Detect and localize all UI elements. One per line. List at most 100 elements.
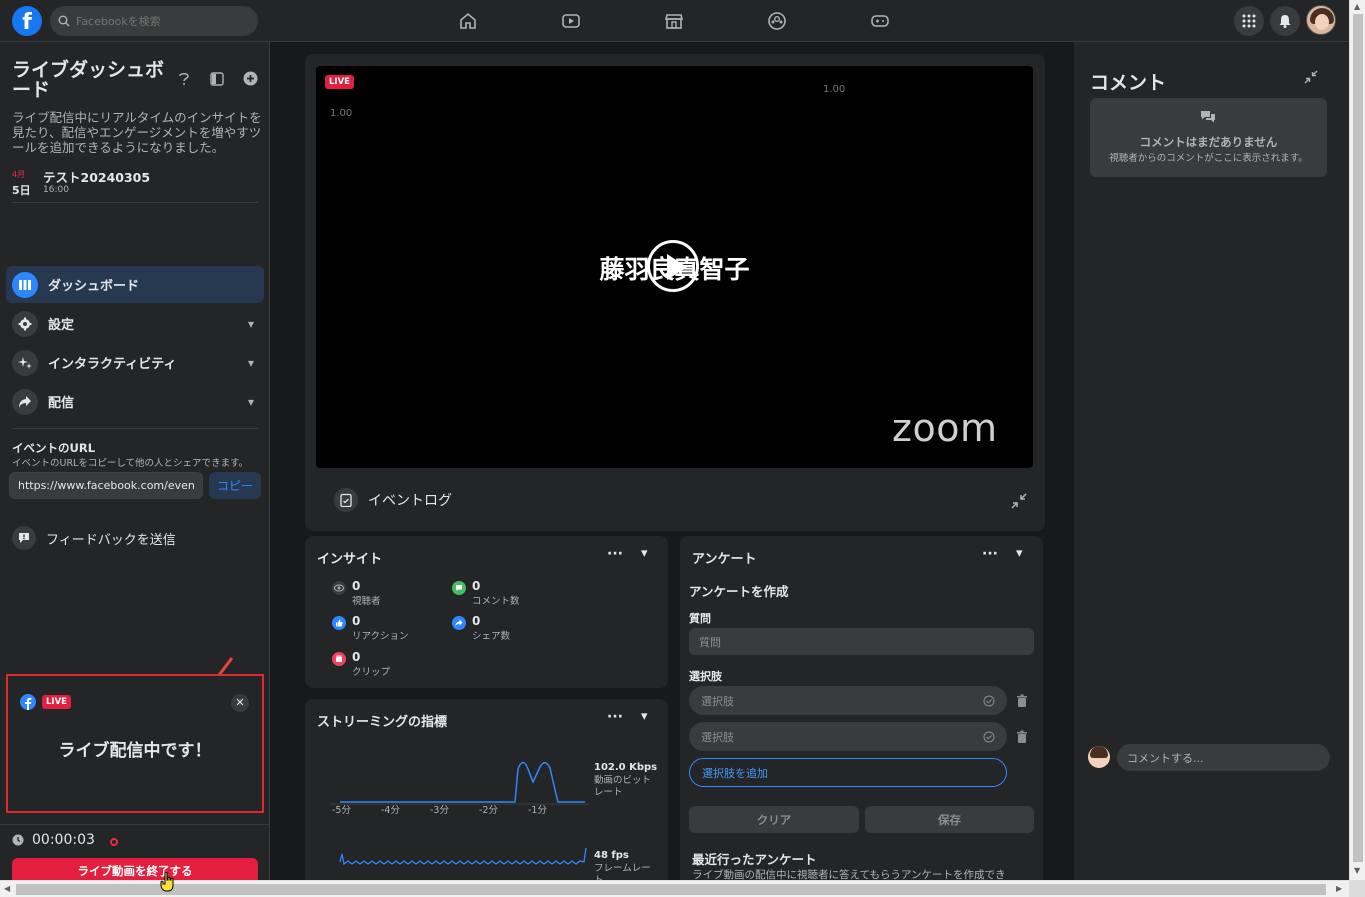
scrollbar-thumb[interactable] bbox=[1353, 14, 1363, 862]
facebook-logo-icon bbox=[20, 694, 36, 710]
event-url-field[interactable] bbox=[9, 472, 203, 499]
notification-bell-icon[interactable] bbox=[1270, 6, 1300, 36]
x-tick-label: -5分 bbox=[332, 805, 351, 816]
check-circle-icon bbox=[983, 695, 995, 706]
scroll-up-icon[interactable]: ▲ bbox=[1354, 2, 1360, 11]
save-button[interactable]: 保存 bbox=[865, 806, 1034, 833]
video-overlay-number: 1.00 bbox=[823, 84, 846, 95]
option-placeholder: 選択肢 bbox=[701, 730, 734, 744]
gear-icon bbox=[12, 310, 38, 337]
send-feedback-button[interactable]: フィードバックを送信 bbox=[12, 526, 176, 550]
recent-polls-title: 最近行ったアンケート bbox=[692, 852, 817, 867]
scroll-down-icon[interactable]: ▼ bbox=[1354, 866, 1360, 875]
stat-comments: 0 コメント数 bbox=[452, 579, 520, 607]
live-video-player[interactable]: LIVE 1.00 1.00 藤羽良真智子 zoom bbox=[316, 66, 1033, 468]
watch-icon[interactable] bbox=[560, 10, 582, 32]
add-circle-icon[interactable] bbox=[243, 71, 258, 86]
trash-icon[interactable] bbox=[1015, 730, 1029, 744]
layout-toggle-icon[interactable] bbox=[210, 72, 224, 86]
chevron-down-icon: ▾ bbox=[247, 394, 254, 409]
stat-label: リアクション bbox=[352, 631, 409, 642]
no-comments-description: 視聴者からのコメントがここに表示されます。 bbox=[1109, 153, 1308, 164]
add-option-button[interactable]: 選択肢を追加 bbox=[689, 758, 1007, 787]
more-options-icon[interactable]: ··· bbox=[607, 546, 623, 562]
question-label: 質問 bbox=[689, 612, 711, 625]
no-comments-title: コメントはまだありません bbox=[1139, 135, 1278, 149]
fps-value: 48 fps bbox=[594, 850, 629, 861]
option-input-1[interactable]: 選択肢 bbox=[689, 686, 1007, 715]
comment-placeholder: コメントする... bbox=[1127, 751, 1204, 765]
dashboard-icon bbox=[12, 271, 38, 298]
profile-avatar[interactable] bbox=[1306, 5, 1336, 35]
create-poll-title: アンケートを作成 bbox=[689, 584, 789, 599]
event-time: 16:00 bbox=[43, 185, 69, 195]
scroll-left-icon[interactable]: ◀ bbox=[4, 884, 10, 893]
recent-polls-description: ライブ動画の配信中に視聴者に答えてもらうアンケートを作成でき bbox=[692, 869, 1006, 880]
chevron-down-icon[interactable]: ▾ bbox=[1016, 546, 1023, 561]
menu-grid-icon[interactable] bbox=[1234, 6, 1264, 36]
event-url-title: イベントのURL bbox=[12, 441, 96, 455]
streaming-title: ストリーミングの指標 bbox=[317, 715, 448, 730]
live-dashboard-sidebar: ライブダッシュボード ライブ配信中にリアルタイムのインサイトを見たり、配信やエン… bbox=[0, 42, 270, 884]
stat-value: 0 bbox=[352, 579, 361, 593]
collapse-icon[interactable] bbox=[1303, 69, 1319, 85]
video-overlay-number: 1.00 bbox=[330, 108, 353, 119]
clear-button[interactable]: クリア bbox=[689, 806, 859, 833]
comment-input[interactable]: コメントする... bbox=[1117, 744, 1330, 771]
sidebar-item-distribution[interactable]: 配信 ▾ bbox=[6, 383, 264, 420]
dashboard-description: ライブ配信中にリアルタイムのインサイトを見たり、配信やエンゲージメントを増やすツ… bbox=[12, 110, 262, 155]
x-tick-label: -1分 bbox=[528, 805, 547, 816]
sidebar-item-label: ダッシュボード bbox=[48, 279, 140, 294]
chevron-down-icon[interactable]: ▾ bbox=[641, 709, 648, 724]
live-status-text: ライブ配信中です！ bbox=[58, 741, 212, 761]
event-info[interactable]: 4月 5日 テスト20240305 16:00 bbox=[12, 167, 258, 203]
top-navigation-bar: f bbox=[0, 0, 1349, 42]
facebook-logo[interactable]: f bbox=[12, 6, 42, 36]
live-badge: LIVE bbox=[42, 695, 71, 709]
marketplace-icon[interactable] bbox=[663, 10, 685, 32]
page-title: ライブダッシュボード bbox=[12, 59, 165, 101]
insights-panel: インサイト ··· ▾ 0 視聴者 0 コメント数 0 リアクション 0 シェア数 0 ク… bbox=[305, 536, 668, 688]
share-icon bbox=[452, 616, 466, 630]
help-icon[interactable] bbox=[178, 72, 190, 86]
search-input[interactable] bbox=[76, 14, 246, 28]
event-log-button[interactable]: イベントログ bbox=[334, 488, 452, 512]
event-month: 4月 bbox=[12, 170, 26, 179]
more-options-icon[interactable]: ··· bbox=[982, 546, 998, 562]
sidebar-item-settings[interactable]: 設定 ▾ bbox=[6, 305, 264, 342]
vertical-scrollbar[interactable]: ▲ ▼ bbox=[1349, 0, 1365, 880]
stat-viewers: 0 視聴者 bbox=[332, 579, 381, 607]
scroll-right-icon[interactable]: ▶ bbox=[1336, 884, 1342, 893]
close-icon[interactable]: ✕ bbox=[231, 694, 249, 712]
collapse-icon[interactable] bbox=[1010, 492, 1028, 510]
home-icon[interactable] bbox=[457, 10, 479, 32]
poll-title: アンケート bbox=[692, 552, 757, 567]
feedback-label: フィードバックを送信 bbox=[46, 532, 176, 548]
groups-icon[interactable] bbox=[766, 10, 788, 32]
chevron-down-icon[interactable]: ▾ bbox=[641, 546, 648, 561]
trash-icon[interactable] bbox=[1015, 694, 1029, 708]
more-options-icon[interactable]: ··· bbox=[607, 709, 623, 725]
comments-panel: コメント コメントはまだありません 視聴者からのコメントがここに表示されます。 … bbox=[1074, 42, 1349, 880]
copy-url-button[interactable]: コピー bbox=[209, 472, 261, 499]
stat-value: 0 bbox=[472, 614, 481, 628]
sidebar-item-interactivity[interactable]: インタラクティビティ ▾ bbox=[6, 344, 264, 381]
feedback-icon bbox=[12, 526, 36, 550]
timer-value: 00:00:03 bbox=[32, 832, 95, 848]
scrollbar-thumb[interactable] bbox=[16, 884, 1326, 895]
stat-clips: 0 クリップ bbox=[332, 650, 390, 678]
horizontal-scrollbar[interactable]: ◀ ▶ bbox=[0, 880, 1349, 897]
option-input-2[interactable]: 選択肢 bbox=[689, 722, 1007, 751]
stat-value: 0 bbox=[352, 650, 361, 664]
recording-indicator-icon bbox=[110, 838, 118, 846]
live-badge: LIVE bbox=[325, 75, 354, 89]
search-box[interactable] bbox=[50, 6, 258, 36]
x-tick-label: -2分 bbox=[479, 805, 498, 816]
question-input[interactable]: 質問 bbox=[689, 628, 1034, 655]
sidebar-item-label: 配信 bbox=[48, 396, 75, 411]
play-icon[interactable] bbox=[647, 240, 699, 292]
sidebar-item-dashboard[interactable]: ダッシュボード bbox=[6, 266, 264, 303]
fps-label: フレームレート bbox=[594, 863, 651, 880]
gaming-icon[interactable] bbox=[869, 10, 891, 32]
clock-icon bbox=[12, 834, 24, 846]
